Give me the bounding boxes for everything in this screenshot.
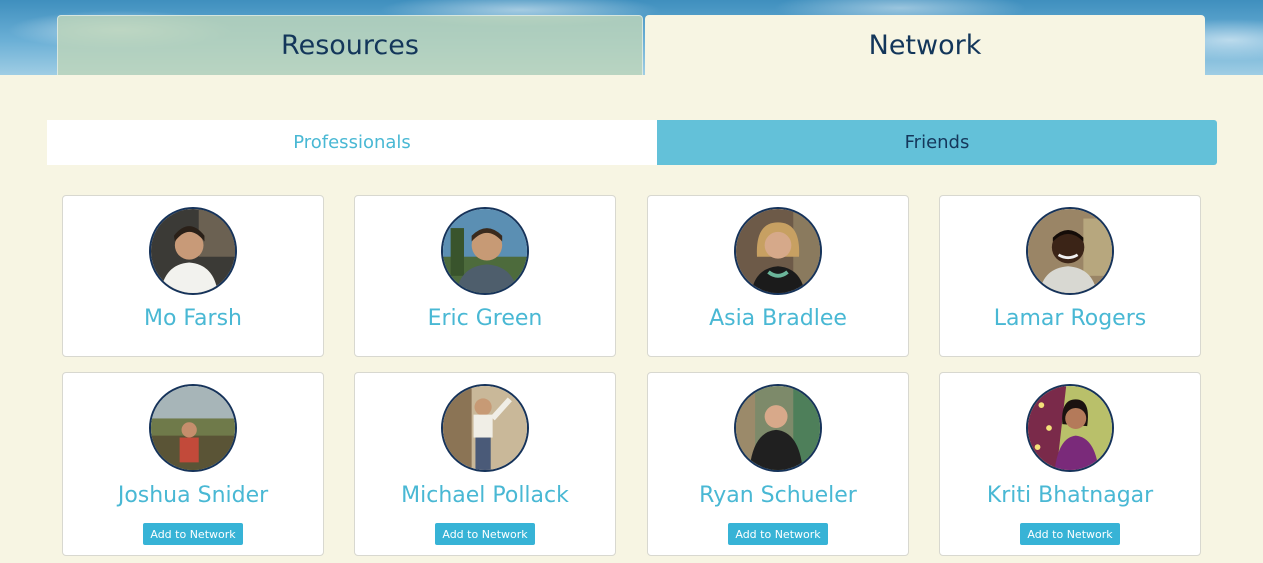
avatar[interactable] [734, 384, 822, 472]
card-name[interactable]: Eric Green [355, 306, 615, 331]
add-to-network-button[interactable]: Add to Network [1020, 523, 1120, 545]
segment-friends[interactable]: Friends [657, 120, 1217, 165]
card-name[interactable]: Lamar Rogers [940, 306, 1200, 331]
card-name[interactable]: Asia Bradlee [648, 306, 908, 331]
avatar[interactable] [441, 384, 529, 472]
tab-resources-label: Resources [281, 30, 419, 61]
add-to-network-button[interactable]: Add to Network [143, 523, 243, 545]
network-card: Kriti Bhatnagar Add to Network [939, 372, 1201, 556]
segment-friends-label: Friends [904, 132, 970, 153]
network-card: Michael Pollack Add to Network [354, 372, 616, 556]
tab-resources[interactable]: Resources [57, 15, 643, 75]
network-card: Lamar Rogers [939, 195, 1201, 357]
card-name[interactable]: Joshua Snider [63, 483, 323, 508]
network-card: Ryan Schueler Add to Network [647, 372, 909, 556]
tab-network-label: Network [868, 29, 982, 61]
add-to-network-button[interactable]: Add to Network [435, 523, 535, 545]
tab-network[interactable]: Network [645, 15, 1205, 75]
avatar[interactable] [1026, 207, 1114, 295]
network-card: Mo Farsh [62, 195, 324, 357]
network-card: Asia Bradlee [647, 195, 909, 357]
card-name[interactable]: Ryan Schueler [648, 483, 908, 508]
segment-professionals[interactable]: Professionals [47, 120, 657, 165]
segment-professionals-label: Professionals [293, 132, 411, 153]
avatar[interactable] [149, 207, 237, 295]
avatar[interactable] [734, 207, 822, 295]
network-card: Eric Green [354, 195, 616, 357]
card-name[interactable]: Kriti Bhatnagar [940, 483, 1200, 508]
avatar[interactable] [149, 384, 237, 472]
avatar[interactable] [1026, 384, 1114, 472]
avatar[interactable] [441, 207, 529, 295]
card-name[interactable]: Michael Pollack [355, 483, 615, 508]
network-card: Joshua Snider Add to Network [62, 372, 324, 556]
card-name[interactable]: Mo Farsh [63, 306, 323, 331]
add-to-network-button[interactable]: Add to Network [728, 523, 828, 545]
